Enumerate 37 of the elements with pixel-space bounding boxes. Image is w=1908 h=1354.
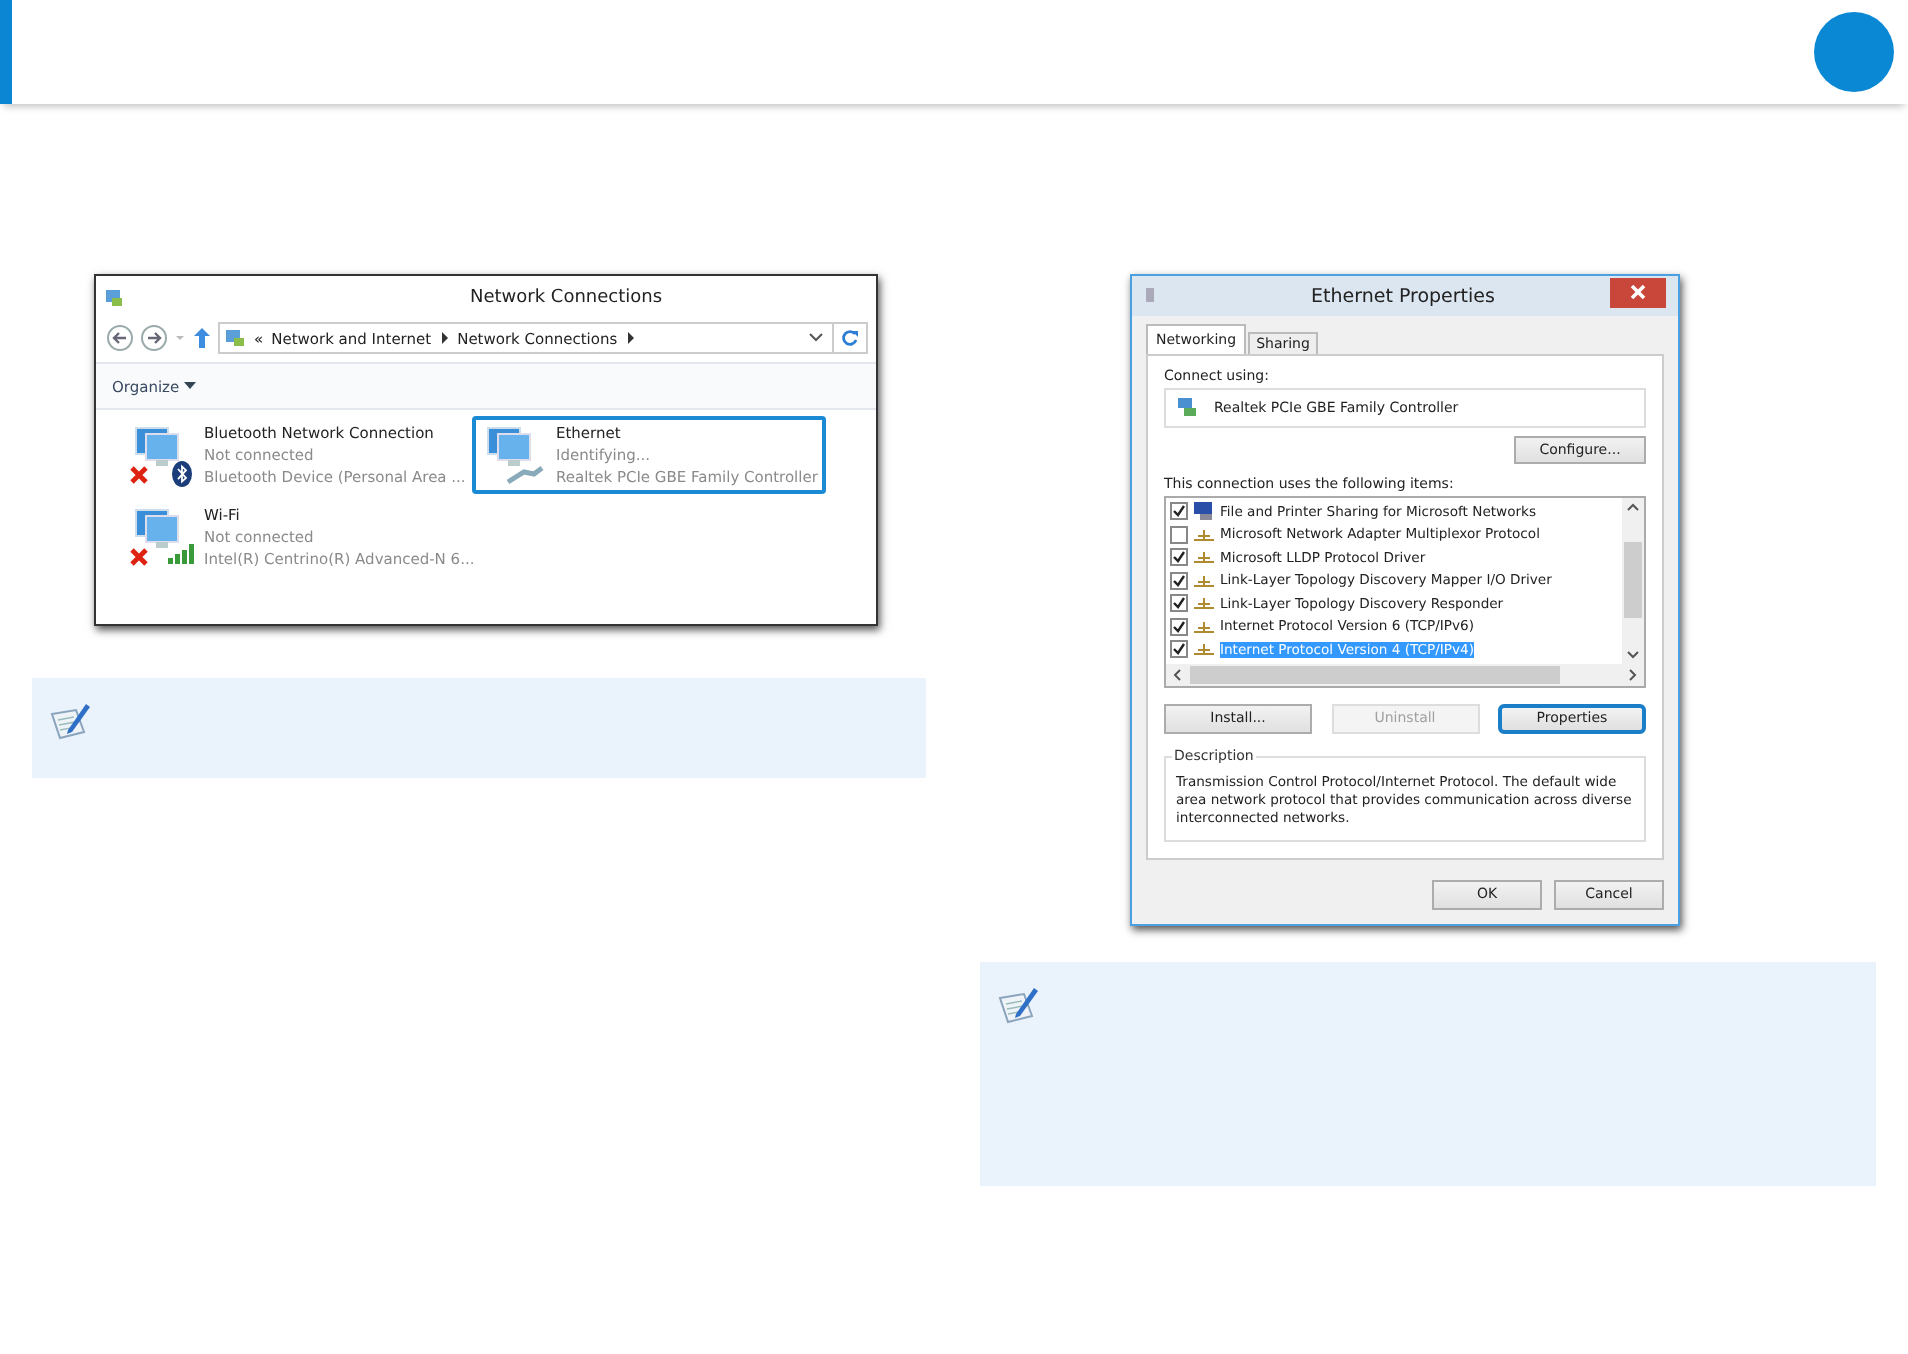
network-folder-icon [226,329,246,347]
window-title: Network Connections [467,288,665,308]
protocol-icon [1194,548,1214,567]
scroll-right-icon[interactable] [1628,667,1638,681]
computer-icon [1194,502,1214,521]
breadcrumb-arrow-icon[interactable] [439,332,450,344]
scroll-left-icon[interactable] [1172,667,1182,681]
vertical-scrollbar[interactable] [1622,498,1644,663]
scroll-down-icon[interactable] [1626,649,1640,659]
caret-icon [183,382,196,390]
page-dot [1814,12,1894,92]
network-folder-icon [104,288,124,308]
protocol-icon [1194,617,1214,636]
protocol-icon [1194,640,1214,659]
scroll-up-icon[interactable] [1626,502,1640,512]
checkbox[interactable] [1170,548,1188,567]
checkbox[interactable] [1170,594,1188,613]
forward-icon[interactable] [140,324,168,352]
protocol-icon [1194,594,1214,613]
up-arrow-icon[interactable] [192,326,212,350]
checkbox[interactable] [1170,640,1188,659]
memo-pencil-icon [48,698,92,742]
close-icon [1630,284,1646,300]
checkbox[interactable] [1170,525,1188,544]
back-icon[interactable] [106,324,134,352]
checkbox[interactable] [1170,502,1188,521]
protocol-icon [1194,525,1214,544]
dropdown-caret-icon[interactable] [808,332,824,344]
checkmark-icon [1172,504,1186,519]
checkbox[interactable] [1170,617,1188,636]
close-button[interactable] [1610,277,1666,307]
checkbox[interactable] [1170,571,1188,590]
header-accent [0,0,12,104]
breadcrumb-arrow-icon[interactable] [625,332,636,344]
dialog-title: Ethernet Properties [1309,285,1497,307]
protocol-icon [1194,571,1214,590]
horizontal-scrollbar[interactable] [1166,663,1644,685]
